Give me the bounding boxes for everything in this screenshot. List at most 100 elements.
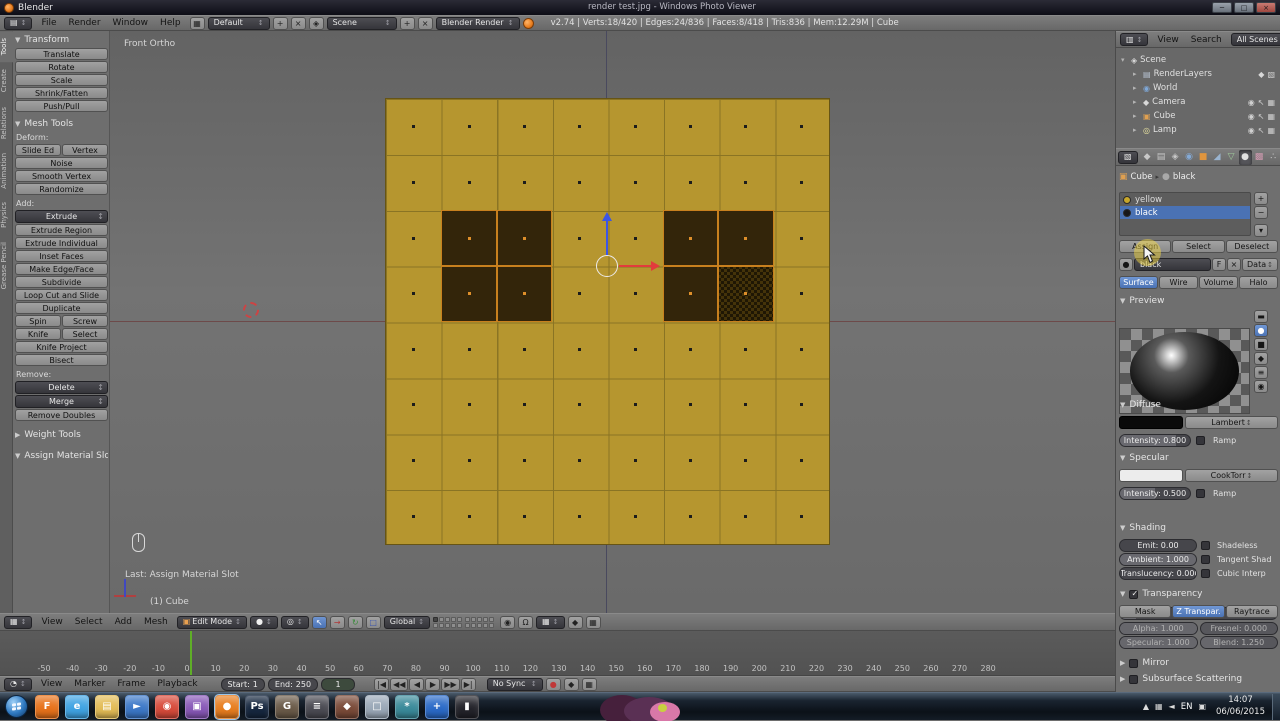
taskbar-settings[interactable]: * [395, 694, 419, 719]
tab-texture[interactable]: ▩ [1253, 150, 1266, 165]
menu-search[interactable]: Search [1185, 35, 1228, 45]
menu-frame[interactable]: Frame [111, 679, 151, 689]
render-engine-dropdown[interactable]: Blender Render ↕ [435, 16, 520, 30]
tool-remove-doubles[interactable]: Remove Doubles [15, 409, 108, 421]
taskbar-photo-viewer[interactable]: ▣ [185, 694, 209, 719]
menu-view[interactable]: View [35, 679, 68, 689]
fake-user-button[interactable]: F [1212, 258, 1226, 271]
face-0-3[interactable] [552, 99, 607, 155]
opengl-render-anim-button[interactable]: ▦ [585, 615, 601, 629]
diffuse-intensity-slider[interactable]: Intensity: 0.800 [1119, 433, 1191, 447]
tool-loop-cut-and-slide[interactable]: Loop Cut and Slide [15, 289, 108, 301]
expand-icon[interactable]: ▸ [1133, 112, 1140, 120]
panel-header-redo[interactable]: ▼ Assign Material Slot [15, 451, 108, 461]
diffuse-color-swatch[interactable] [1119, 416, 1183, 429]
panel-header-shading[interactable]: ▼ Shading [1120, 523, 1166, 533]
render-icon[interactable]: ▦ [1267, 98, 1275, 107]
manipulator-center[interactable] [596, 255, 618, 277]
tool-extrude-region[interactable]: Extrude Region [15, 224, 108, 236]
face-6-5[interactable] [663, 433, 718, 489]
expand-icon[interactable]: ▸ [1133, 70, 1140, 78]
face-0-6[interactable] [718, 99, 773, 155]
tool-scale[interactable]: Scale [15, 74, 108, 86]
tool-knife[interactable]: Knife [15, 328, 61, 340]
camera-icon[interactable]: ◆ [1258, 70, 1264, 79]
screen-layout-dropdown[interactable]: Default ↕ [207, 16, 270, 30]
play-reverse-button[interactable]: ◀ [409, 677, 425, 691]
tool-translate[interactable]: Translate [15, 48, 108, 60]
jump-to-start-button[interactable]: |◀ [374, 677, 390, 691]
browse-material-button[interactable]: ● [1119, 258, 1133, 271]
taskbar-blender[interactable]: ● [214, 693, 240, 720]
mesh-plane[interactable] [385, 98, 830, 545]
face-6-6[interactable] [718, 433, 773, 489]
face-1-3[interactable] [552, 155, 607, 211]
panel-header-transparency[interactable]: ▼Transparency [1120, 589, 1202, 599]
language-indicator[interactable]: EN [1181, 702, 1193, 712]
transparency-mode-z-transpar[interactable]: Z Transpar. [1172, 605, 1225, 618]
play-button[interactable]: ▶ [425, 677, 441, 691]
type-volume-button[interactable]: Volume [1199, 276, 1238, 289]
data-link-button[interactable]: Data ↕ [1242, 258, 1278, 271]
layer-2[interactable] [439, 616, 445, 622]
volume-icon[interactable]: ◄ [1169, 702, 1175, 711]
face-3-0[interactable] [386, 266, 441, 322]
face-1-4[interactable] [608, 155, 663, 211]
maximize-button[interactable]: □ [1234, 2, 1254, 13]
manipulator-z-axis[interactable] [606, 221, 608, 255]
tangent-shad-checkbox[interactable] [1201, 555, 1210, 564]
next-keyframe-button[interactable]: ▶▶ [441, 677, 460, 691]
end-frame-field[interactable]: End: 250 [267, 677, 319, 691]
preview-flat-button[interactable]: ▬ [1254, 310, 1268, 323]
tool-bisect[interactable]: Bisect [15, 354, 108, 366]
face-3-5[interactable] [662, 265, 719, 322]
delete-scene-button[interactable]: × [417, 16, 433, 30]
show-hidden-icons-button[interactable]: ▲ [1143, 702, 1149, 711]
tool-shrink-fatten[interactable]: Shrink/Fatten [15, 87, 108, 99]
face-4-7[interactable] [774, 322, 829, 378]
render-icon[interactable]: ▦ [1267, 112, 1275, 121]
face-3-2[interactable] [496, 265, 553, 322]
face-1-1[interactable] [441, 155, 496, 211]
layer-11[interactable] [465, 616, 471, 622]
breadcrumb-object[interactable]: Cube [1131, 172, 1153, 182]
shadeless-checkbox[interactable] [1201, 541, 1210, 550]
face-2-4[interactable] [608, 210, 663, 266]
lock-to-scene-icon[interactable]: ◉ [500, 615, 516, 629]
type-halo-button[interactable]: Halo [1239, 276, 1278, 289]
specular-slider[interactable]: Specular: 1.000 [1119, 636, 1198, 649]
layer-15[interactable] [489, 616, 495, 622]
face-1-2[interactable] [497, 155, 552, 211]
action-center-icon[interactable]: ▣ [1198, 702, 1206, 711]
tab-object[interactable]: ■ [1197, 150, 1210, 165]
tool-randomize[interactable]: Randomize [15, 183, 108, 195]
layer-13[interactable] [477, 616, 483, 622]
taskbar-photoshop[interactable]: Ps [245, 694, 269, 719]
emit-slider[interactable]: Emit: 0.00 [1119, 539, 1197, 552]
face-3-1[interactable] [441, 265, 497, 322]
panel-header-mirror[interactable]: ▶ Mirror [1120, 658, 1169, 668]
tool-spin[interactable]: Spin [15, 315, 61, 327]
tool-select[interactable]: Select [62, 328, 108, 340]
face-3-4[interactable] [608, 266, 663, 322]
mirror-checkbox[interactable] [1129, 658, 1139, 668]
tab-scene[interactable]: ◈ [1169, 150, 1182, 165]
tool-vertex[interactable]: Vertex [62, 144, 108, 156]
face-2-7[interactable] [774, 210, 829, 266]
tab-modifiers[interactable]: ◢ [1211, 150, 1224, 165]
face-2-5[interactable] [662, 210, 719, 266]
specular-ramp-checkbox[interactable] [1196, 488, 1205, 498]
tab-render[interactable]: ◆ [1141, 150, 1154, 165]
outliner-item-camera[interactable]: ▸ ◆ Camera ◉ ↖ ▦ [1116, 95, 1280, 109]
layer-4[interactable] [451, 616, 457, 622]
manipulator-x-axis[interactable] [619, 265, 651, 267]
pointer-icon[interactable]: ↖ [1258, 98, 1265, 107]
snap-element-dropdown[interactable]: ▦ ↕ [536, 615, 565, 629]
tool-knife-project[interactable]: Knife Project [15, 341, 108, 353]
outliner-item-lamp[interactable]: ▸ ◎ Lamp ◉ ↖ ▦ [1116, 123, 1280, 137]
pointer-icon[interactable]: ↖ [1258, 112, 1265, 121]
tool-subdivide[interactable]: Subdivide [15, 276, 108, 288]
layer-18[interactable] [477, 622, 483, 628]
prev-keyframe-button[interactable]: ◀◀ [390, 677, 409, 691]
add-scene-button[interactable]: + [399, 16, 415, 30]
